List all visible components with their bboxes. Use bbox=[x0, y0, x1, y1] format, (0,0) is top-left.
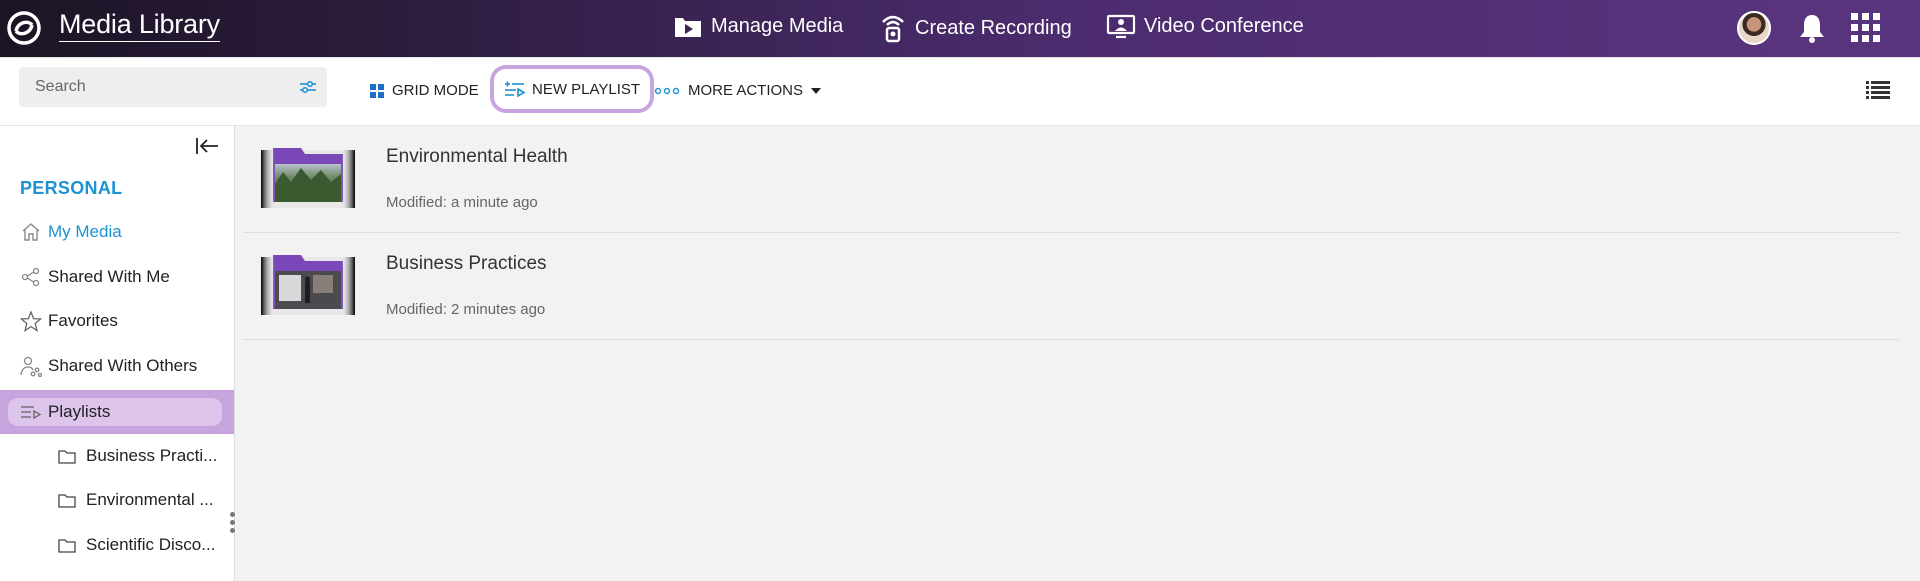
modified-text: Modified: a minute ago bbox=[386, 194, 538, 211]
nav-create-recording[interactable]: Create Recording bbox=[879, 13, 1072, 43]
app-title[interactable]: Media Library bbox=[59, 10, 220, 42]
playlist-item-environmental[interactable]: Environmental ... bbox=[58, 490, 214, 510]
nav-video-conference[interactable]: Video Conference bbox=[1106, 13, 1304, 39]
nav-video-conference-label: Video Conference bbox=[1144, 14, 1304, 37]
app-logo-icon[interactable] bbox=[6, 10, 42, 46]
filter-icon[interactable] bbox=[299, 79, 317, 95]
more-actions-button[interactable]: MORE ACTIONS bbox=[654, 82, 822, 99]
grid-icon bbox=[370, 83, 384, 98]
add-playlist-icon bbox=[505, 81, 526, 98]
shared-user-icon bbox=[20, 355, 42, 377]
sidebar-item-label: Shared With Others bbox=[48, 356, 198, 375]
playlist-thumbnail[interactable] bbox=[261, 144, 355, 208]
collapse-sidebar-icon[interactable] bbox=[195, 136, 219, 156]
folder-icon bbox=[58, 493, 76, 508]
recording-icon bbox=[882, 15, 904, 43]
sidebar-item-favorites[interactable]: Favorites bbox=[20, 310, 118, 332]
video-conference-icon bbox=[1106, 14, 1136, 39]
grid-mode-label: GRID MODE bbox=[392, 82, 479, 99]
playlist-icon bbox=[20, 401, 42, 423]
search-input[interactable] bbox=[33, 77, 287, 97]
grid-mode-button[interactable]: GRID MODE bbox=[370, 82, 479, 99]
search-box bbox=[19, 67, 327, 107]
folder-play-icon bbox=[675, 18, 701, 37]
playlist-item-label: Business Practi... bbox=[86, 446, 218, 465]
main-content: Environmental Health Modified: a minute … bbox=[235, 126, 1920, 581]
playlist-title[interactable]: Environmental Health bbox=[386, 146, 568, 168]
apps-grid-icon[interactable] bbox=[1851, 13, 1881, 43]
modified-text: Modified: 2 minutes ago bbox=[386, 301, 546, 318]
nav-create-recording-label: Create Recording bbox=[915, 16, 1072, 39]
playlist-item-label: Scientific Disco... bbox=[86, 535, 216, 554]
playlist-thumbnail[interactable] bbox=[261, 251, 355, 315]
new-playlist-label: NEW PLAYLIST bbox=[532, 80, 641, 98]
star-icon bbox=[20, 310, 42, 332]
folder-icon bbox=[58, 538, 76, 553]
bell-icon[interactable] bbox=[1797, 12, 1827, 44]
sidebar: PERSONAL My Media Shared With Me Favorit… bbox=[0, 126, 235, 581]
playlist-item-business-practices[interactable]: Business Practi... bbox=[58, 446, 217, 466]
more-dots-icon bbox=[654, 87, 680, 94]
user-avatar[interactable] bbox=[1737, 11, 1771, 45]
sidebar-item-playlists[interactable]: Playlists bbox=[20, 401, 110, 423]
more-actions-label: MORE ACTIONS bbox=[688, 82, 804, 99]
playlist-row-business-practices[interactable]: Business Practices Modified: 2 minutes a… bbox=[243, 233, 1899, 340]
top-bar: Media Library Manage Media Create Record… bbox=[0, 0, 1920, 58]
playlist-title[interactable]: Business Practices bbox=[386, 253, 547, 275]
home-icon bbox=[20, 221, 42, 243]
nav-manage-media-label: Manage Media bbox=[711, 14, 844, 37]
folder-icon bbox=[58, 449, 76, 464]
sidebar-item-label: Favorites bbox=[48, 311, 118, 330]
section-title-personal: PERSONAL bbox=[20, 178, 123, 198]
sidebar-item-label: Shared With Me bbox=[48, 267, 170, 286]
toolbar: GRID MODE NEW PLAYLIST MORE ACTIONS bbox=[0, 58, 1920, 126]
caret-down-icon bbox=[811, 87, 822, 94]
sidebar-item-label: My Media bbox=[48, 222, 122, 241]
sidebar-item-shared-with-me[interactable]: Shared With Me bbox=[20, 266, 170, 288]
playlist-row-environmental-health[interactable]: Environmental Health Modified: a minute … bbox=[243, 126, 1899, 233]
playlist-item-scientific[interactable]: Scientific Disco... bbox=[58, 535, 215, 555]
share-icon bbox=[20, 266, 42, 288]
list-view-icon[interactable] bbox=[1866, 80, 1890, 100]
sidebar-item-label: Playlists bbox=[48, 402, 111, 421]
sidebar-item-shared-with-others[interactable]: Shared With Others bbox=[20, 355, 197, 377]
playlist-item-label: Environmental ... bbox=[86, 490, 214, 509]
new-playlist-button[interactable]: NEW PLAYLIST bbox=[494, 69, 651, 109]
sidebar-item-my-media[interactable]: My Media bbox=[20, 221, 122, 243]
nav-manage-media[interactable]: Manage Media bbox=[673, 13, 843, 39]
